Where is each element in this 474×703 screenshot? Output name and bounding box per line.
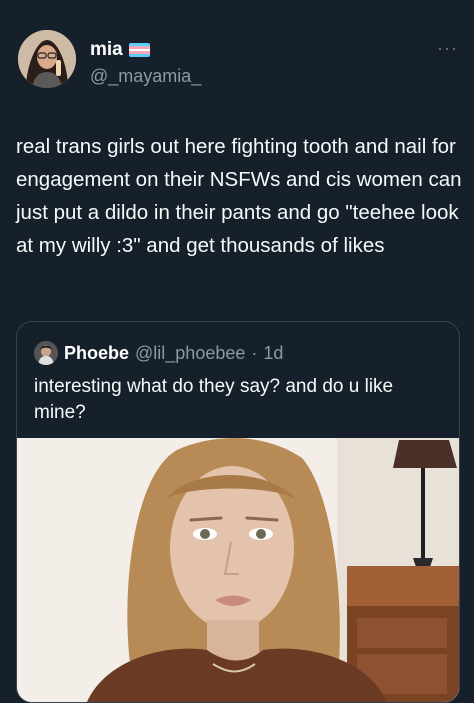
quoted-display-name[interactable]: Phoebe [64, 343, 129, 364]
quoted-handle[interactable]: @lil_phoebee [135, 343, 245, 364]
trans-flag-icon [128, 43, 150, 57]
quoted-author-avatar[interactable] [34, 341, 58, 365]
quoted-timestamp[interactable]: 1d [263, 343, 283, 364]
quoted-tweet[interactable]: Phoebe @lil_phoebee · 1d interesting wha… [16, 321, 460, 703]
quoted-tweet-text: interesting what do they say? and do u l… [34, 376, 394, 423]
more-options-icon[interactable]: ··· [437, 38, 458, 59]
quoted-tweet-image[interactable] [17, 438, 459, 702]
author-display-name[interactable]: mia [90, 39, 123, 61]
tweet-text: real trans girls out here fighting tooth… [16, 135, 462, 257]
author-handle[interactable]: @_mayamia_ [90, 66, 201, 87]
author-avatar[interactable] [18, 30, 76, 88]
quoted-tweet-header: Phoebe @lil_phoebee · 1d [34, 341, 283, 365]
tweet-header: mia @_mayamia_ ··· [18, 30, 458, 96]
quoted-separator: · [251, 342, 258, 363]
author-name-row[interactable]: mia [90, 39, 150, 61]
